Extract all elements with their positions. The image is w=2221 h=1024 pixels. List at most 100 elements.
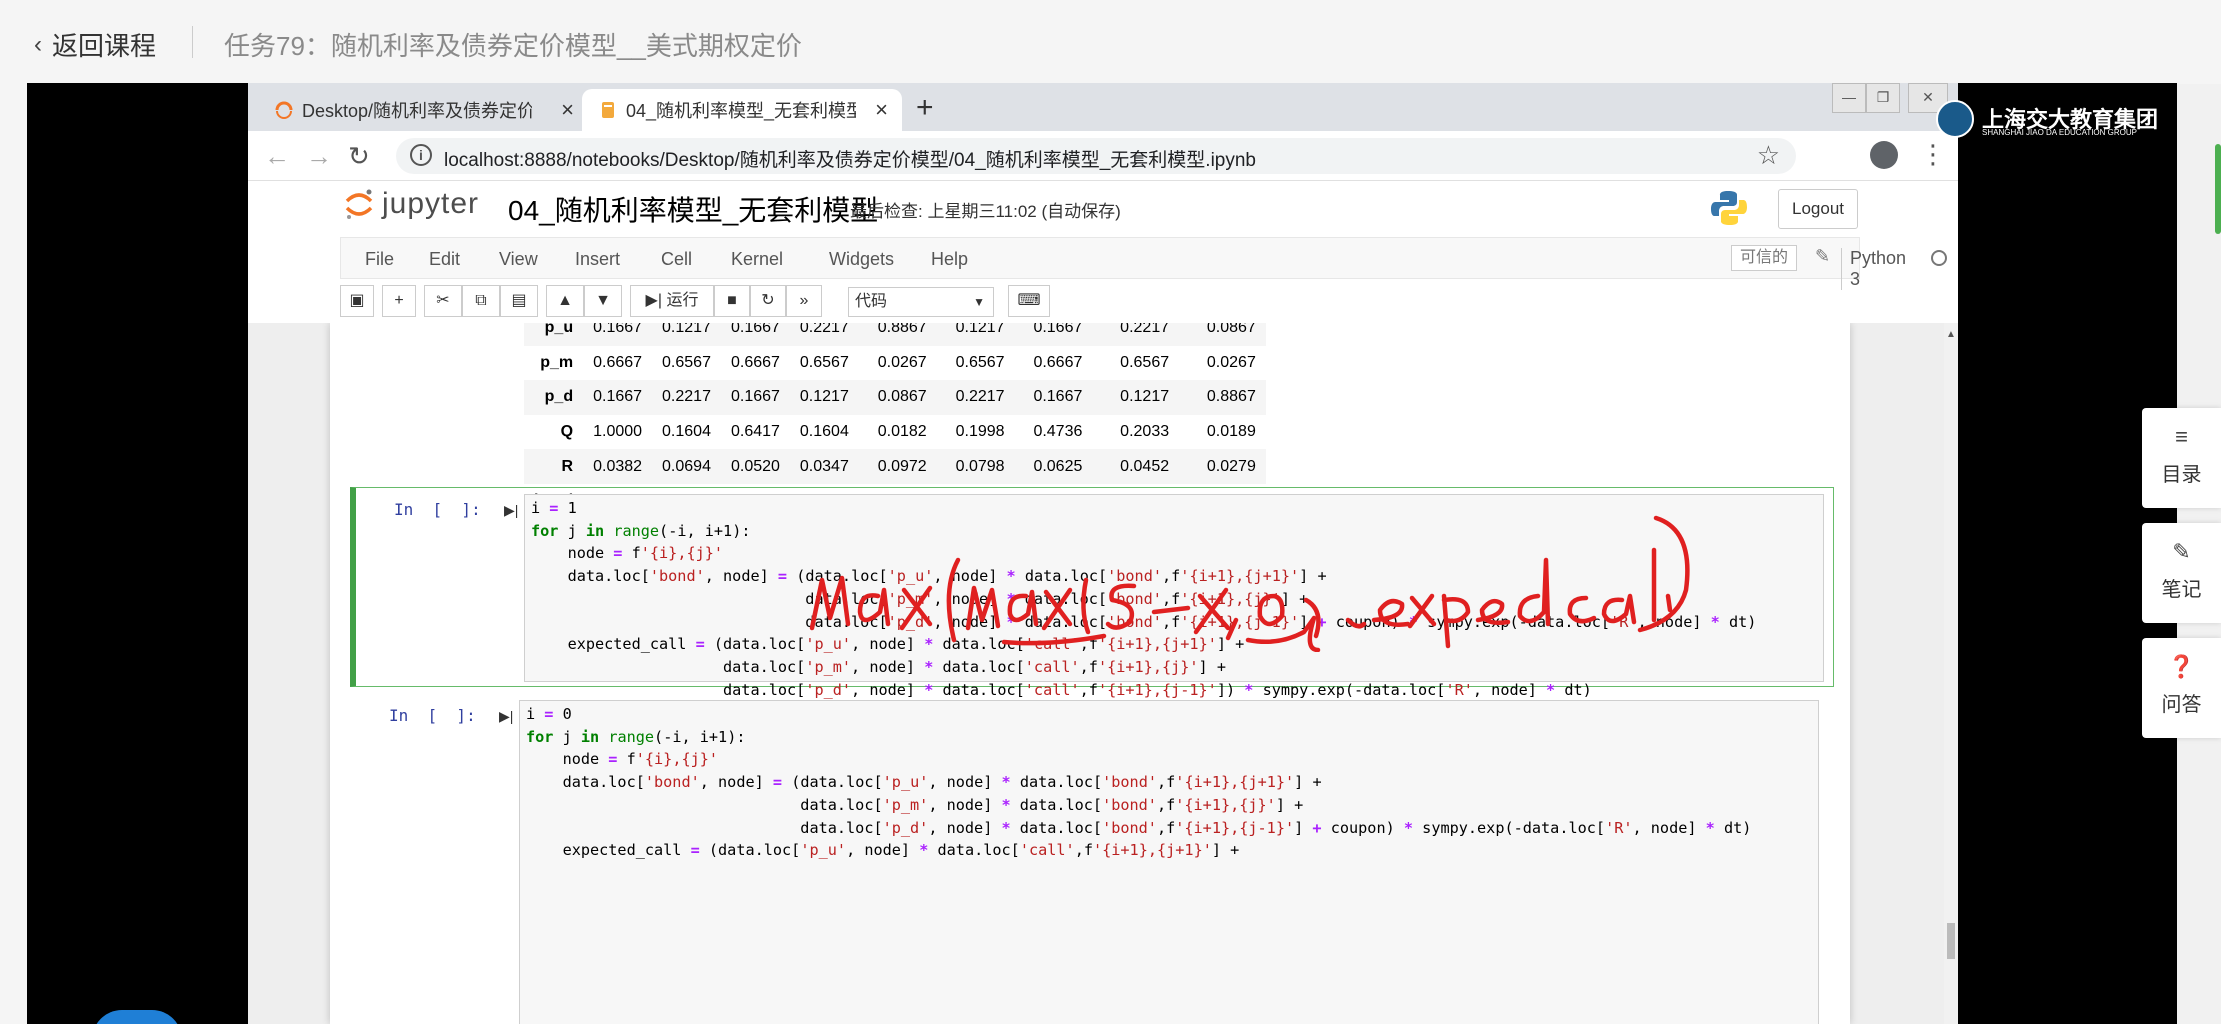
df-cell: 0.1217 [799, 388, 849, 406]
df-cell: 0.1667 [1033, 323, 1083, 337]
df-cell: 0.0267 [877, 353, 927, 371]
sidebar-toc-button[interactable]: ≡ 目录 [2142, 408, 2221, 508]
save-icon[interactable]: ▣ [340, 285, 374, 317]
vertical-scrollbar[interactable]: ▲ [1944, 323, 1958, 1024]
run-cell-icon[interactable]: ▶| [504, 502, 518, 519]
input-prompt: In [ ]: [394, 500, 481, 519]
df-cell: 0.0798 [955, 457, 1005, 475]
df-cell: 0.6567 [1120, 353, 1170, 371]
sidebar-notes-button[interactable]: ✎ 笔记 [2142, 523, 2221, 623]
logout-button[interactable]: Logout [1778, 189, 1858, 229]
df-row-label: p_u [544, 323, 574, 337]
df-cell: 0.6667 [593, 353, 643, 371]
menu-widgets[interactable]: Widgets [829, 249, 894, 270]
menu-cell[interactable]: Cell [661, 249, 692, 270]
edit-pencil-icon[interactable]: ✎ [1815, 246, 1830, 267]
question-icon: ❓ [2167, 654, 2196, 679]
close-tab-icon[interactable]: × [875, 97, 888, 123]
df-cell: 0.2217 [799, 323, 849, 337]
new-tab-button[interactable]: + [916, 91, 934, 125]
tab-label: Desktop/随机利率及债券定价模 [302, 101, 532, 121]
notebook-tab-icon [602, 102, 614, 118]
menu-view[interactable]: View [499, 249, 538, 270]
cell-type-select[interactable]: 代码 ▼ [848, 287, 994, 317]
df-cell: 0.1998 [955, 423, 1005, 441]
star-icon[interactable]: ☆ [1757, 140, 1780, 171]
code-cell[interactable]: In [ ]: ▶| i = 0 for j in range(-i, i+1)… [350, 693, 1834, 1024]
df-cell: 0.6567 [955, 353, 1005, 371]
brand-subtitle: SHANGHAI JIAO DA EDUCATION GROUP [1982, 128, 2137, 137]
minimize-icon[interactable]: — [1832, 83, 1866, 113]
back-arrow-icon[interactable]: ← [264, 141, 290, 172]
input-prompt: In [ ]: [389, 706, 476, 725]
df-cell: 0.2217 [662, 388, 711, 406]
df-cell: 0.8867 [1206, 388, 1256, 406]
jupyter-logo[interactable]: jupyter [344, 187, 479, 221]
notebook-title[interactable]: 04_随机利率模型_无套利模型 [508, 189, 878, 229]
df-cell: 0.0267 [1206, 353, 1256, 371]
sidebar-label: 目录 [2161, 464, 2202, 486]
run-button[interactable]: ▶| 运行 [630, 285, 714, 317]
scroll-up-icon[interactable]: ▲ [1946, 329, 1956, 340]
paste-icon[interactable]: ▤ [500, 285, 538, 317]
info-icon[interactable]: i [410, 144, 432, 166]
df-cell: 0.1667 [730, 323, 780, 337]
back-to-course-link[interactable]: ‹ 返回课程 [34, 26, 156, 63]
df-cell: 0.0382 [593, 457, 643, 475]
insert-cell-icon[interactable]: + [382, 285, 416, 317]
cut-icon[interactable]: ✂ [424, 285, 462, 317]
university-emblem-icon [1936, 100, 1974, 138]
jupyter-logo-icon [345, 189, 373, 219]
close-tab-icon[interactable]: × [561, 97, 574, 123]
code-cell-selected[interactable]: In [ ]: ▶| i = 1 for j in range(-i, i+1)… [350, 487, 1834, 744]
run-cell-icon[interactable]: ▶| [499, 708, 513, 725]
menu-bar: File Edit View Insert Cell Kernel Widget… [340, 237, 1947, 290]
df-cell: 0.0347 [799, 457, 849, 475]
df-cell: 0.6567 [662, 353, 711, 371]
reload-icon[interactable]: ↻ [348, 141, 370, 172]
menu-kernel[interactable]: Kernel [731, 249, 783, 270]
df-cell: 0.0189 [1206, 423, 1256, 441]
menu-help[interactable]: Help [931, 249, 968, 270]
df-cell: 1.0000 [593, 423, 643, 441]
address-bar[interactable]: i localhost:8888/notebooks/Desktop/随机利率及… [396, 138, 1796, 174]
menu-edit[interactable]: Edit [429, 249, 460, 270]
back-label: 返回课程 [52, 31, 157, 61]
browser-toolbar: ← → ↻ i localhost:8888/notebooks/Desktop… [248, 131, 1958, 181]
df-row-Q: Q 1.0000 0.1604 0.6417 0.1604 0.0182 0.1998 0.4… [524, 415, 1266, 450]
move-down-icon[interactable]: ▼ [584, 285, 622, 317]
df-row-p-m: p_m 0.6667 0.6567 0.6667 0.6567 0.0267 0.6567 0… [524, 346, 1266, 381]
df-row-label: R [561, 457, 574, 475]
account-icon[interactable] [1870, 141, 1898, 169]
menu-insert[interactable]: Insert [575, 249, 620, 270]
menu-file[interactable]: File [365, 249, 394, 270]
move-up-icon[interactable]: ▲ [546, 285, 584, 317]
df-cell: 0.1667 [1033, 388, 1083, 406]
notebook-container: p_u 0.1667 0.1217 0.1667 0.2217 0.8867 0.1217 0… [330, 323, 1850, 1024]
df-cell: 0.6667 [1033, 353, 1083, 371]
df-cell: 0.1217 [1120, 388, 1170, 406]
copy-icon[interactable]: ⧉ [462, 285, 500, 317]
keyboard-icon[interactable]: ⌨ [1008, 285, 1050, 317]
df-cell: 0.0625 [1033, 457, 1083, 475]
python-logo-icon [1711, 191, 1747, 225]
df-cell: 0.0520 [730, 457, 780, 475]
code-editor[interactable]: i = 0 for j in range(-i, i+1): node = f'… [519, 700, 1819, 1024]
code-editor[interactable]: i = 1 for j in range(-i, i+1): node = f'… [524, 494, 1824, 744]
restart-icon[interactable]: ↻ [750, 285, 786, 317]
tab-notebook[interactable]: 04_随机利率模型_无套利模型 × [582, 89, 902, 131]
trusted-badge[interactable]: 可信的 [1731, 245, 1798, 271]
restart-run-all-icon[interactable]: » [786, 285, 822, 317]
df-row-label: Q [560, 423, 574, 441]
stop-icon[interactable]: ■ [714, 285, 750, 317]
df-cell: 0.0867 [877, 388, 927, 406]
restore-icon[interactable]: ❐ [1866, 83, 1900, 113]
df-cell: 0.1604 [799, 423, 849, 441]
df-row-p-d: p_d 0.1667 0.2217 0.1667 0.1217 0.0867 0.2217 0… [524, 380, 1266, 415]
tab-desktop[interactable]: Desktop/随机利率及债券定价模 × [258, 89, 588, 131]
sidebar-qa-button[interactable]: ❓ 问答 [2142, 638, 2221, 738]
forward-arrow-icon[interactable]: → [306, 141, 332, 172]
scroll-thumb[interactable] [1947, 923, 1955, 959]
df-row-p-u: p_u 0.1667 0.1217 0.1667 0.2217 0.8867 0.1217 0… [524, 323, 1266, 346]
run-icon: ▶| [645, 292, 662, 309]
